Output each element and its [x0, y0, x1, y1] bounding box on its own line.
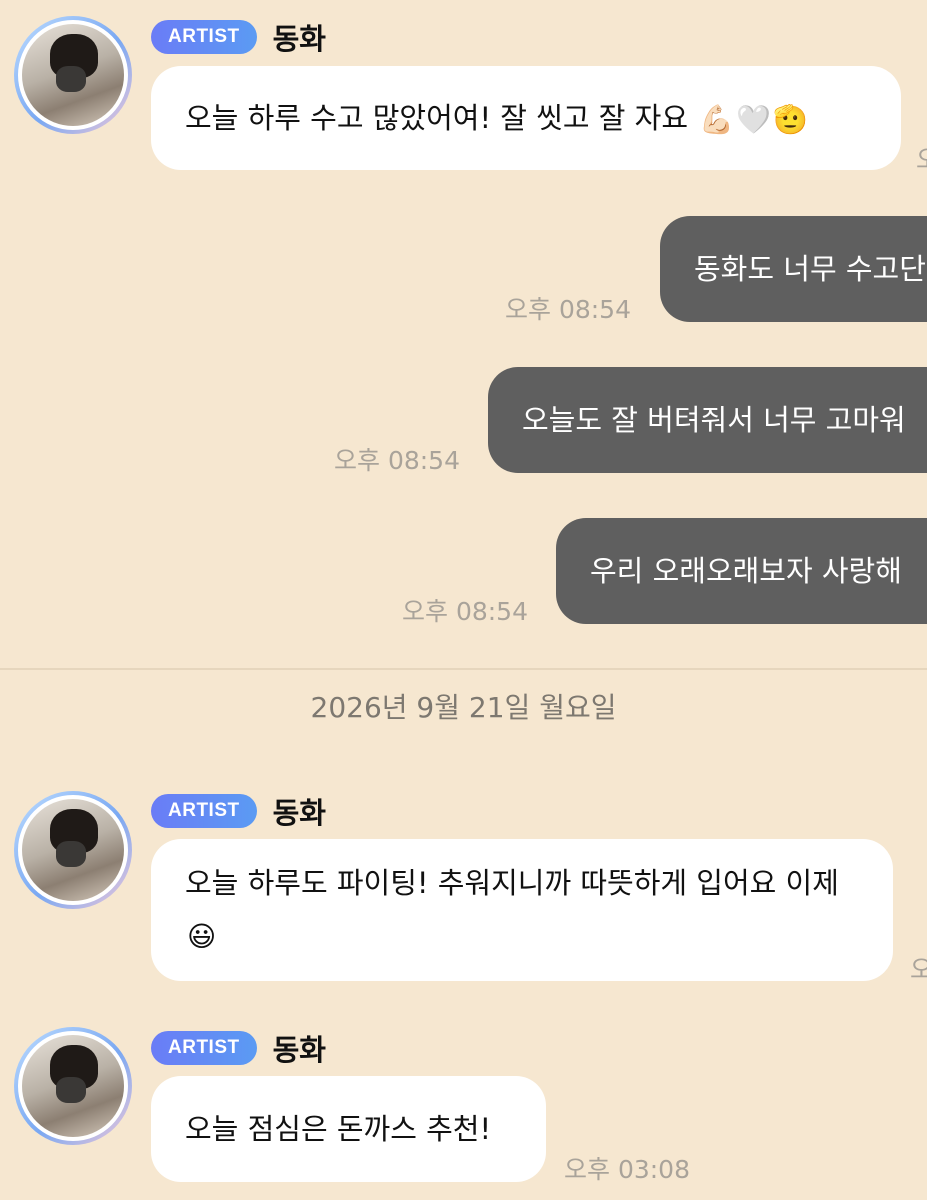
avatar-ring — [18, 795, 128, 905]
date-separator: 2026년 9월 21일 월요일 — [310, 691, 617, 724]
message-text: 우리 오래오래보자 사랑해 — [590, 554, 902, 588]
incoming-message-bubble[interactable]: 오늘 점심은 돈까스 추천! — [151, 1076, 546, 1182]
message-header: ARTIST 동화 — [151, 1027, 326, 1069]
outgoing-message-bubble[interactable]: 오늘도 잘 버텨줘서 너무 고마워 — [488, 367, 927, 473]
chat-view: ARTIST 동화 오늘 하루 수고 많았어여! 잘 씻고 잘 자요 💪🏻🤍🫡 … — [0, 0, 927, 1200]
sender-name[interactable]: 동화 — [273, 790, 326, 832]
white-heart-emoji: 🤍 — [736, 103, 772, 136]
message-header: ARTIST 동화 — [151, 790, 326, 832]
message-timestamp: 오후 08:54 — [505, 295, 631, 324]
artist-avatar[interactable] — [14, 16, 132, 134]
flexed-biceps-emoji: 💪🏻 — [699, 103, 735, 136]
artist-badge: ARTIST — [151, 1031, 257, 1065]
date-divider-line — [0, 668, 927, 670]
message-timestamp: 오 — [916, 140, 927, 176]
message-timestamp: 오후 03:08 — [564, 1155, 690, 1184]
sender-name[interactable]: 동화 — [273, 1027, 326, 1069]
message-text: 오늘 하루도 파이팅! 추워지니까 따뜻하게 입어요 이제 — [185, 866, 839, 900]
avatar-ring — [18, 1031, 128, 1141]
incoming-message-bubble[interactable]: 오늘 하루 수고 많았어여! 잘 씻고 잘 자요 💪🏻🤍🫡 — [151, 66, 901, 170]
avatar-photo — [22, 799, 124, 901]
message-header: ARTIST 동화 — [151, 16, 326, 58]
message-timestamp: 오후 08:54 — [334, 446, 460, 475]
message-text: 오늘도 잘 버텨줘서 너무 고마워 — [522, 403, 906, 437]
artist-badge: ARTIST — [151, 794, 257, 828]
avatar-photo — [22, 1035, 124, 1137]
incoming-message-bubble[interactable]: 오늘 하루도 파이팅! 추워지니까 따뜻하게 입어요 이제 😃 — [151, 839, 893, 981]
artist-badge: ARTIST — [151, 20, 257, 54]
message-text: 오늘 하루 수고 많았어여! 잘 씻고 잘 자요 — [185, 101, 689, 135]
message-text: 오늘 점심은 돈까스 추천! — [185, 1112, 492, 1146]
message-text: 동화도 너무 수고단 — [694, 252, 926, 286]
saluting-face-emoji: 🫡 — [773, 103, 808, 136]
smiling-face-emoji: 😃 — [187, 920, 217, 953]
artist-avatar[interactable] — [14, 1027, 132, 1145]
sender-name[interactable]: 동화 — [273, 16, 326, 58]
avatar-photo — [22, 24, 124, 126]
avatar-ring — [18, 20, 128, 130]
message-timestamp: 오후 08:54 — [402, 597, 528, 626]
outgoing-message-bubble[interactable]: 우리 오래오래보자 사랑해 — [556, 518, 927, 624]
artist-avatar[interactable] — [14, 791, 132, 909]
message-timestamp: 오 — [910, 955, 927, 984]
outgoing-message-bubble[interactable]: 동화도 너무 수고단 — [660, 216, 927, 322]
